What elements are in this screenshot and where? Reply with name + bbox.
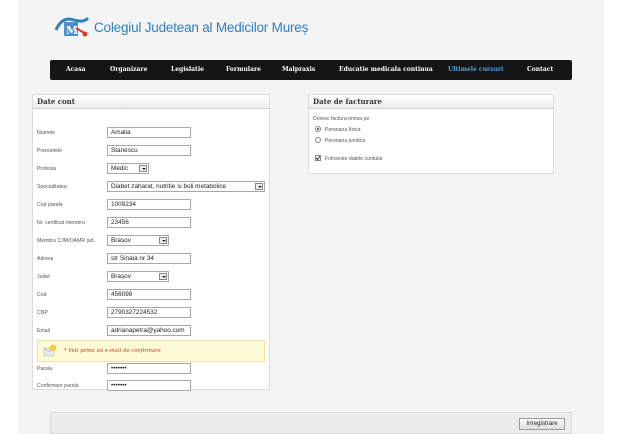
page: M Colegiul Judetean al Medicilor Mureș A… (18, 0, 604, 434)
chevron-down-icon (159, 273, 167, 280)
prenume-label: Prenumele (37, 148, 63, 154)
adresa-label: Adresa (37, 256, 54, 262)
medical-logo-icon: M (54, 14, 90, 40)
cod-input[interactable]: 456098 (107, 289, 191, 300)
confirmare-label: Confirmare parola (37, 383, 79, 389)
specialitatea-label: Specialitatea (37, 184, 67, 190)
judet-label: Judet (37, 274, 50, 280)
nume-label: Numele (37, 130, 55, 136)
chevron-down-icon (139, 165, 147, 172)
profesia-value: Medic (111, 165, 129, 172)
nav-contact[interactable]: Contact (527, 66, 553, 73)
nav-legislatie[interactable]: Legislatie (171, 66, 204, 73)
nav-formulare[interactable]: Formulare (226, 66, 261, 73)
cnp-label: CNP (37, 310, 48, 316)
judet-value: Brașov (111, 273, 131, 280)
persoana-juridica-label: Persoana juridica (325, 138, 366, 144)
account-heading: Date cont (33, 95, 269, 109)
radio-persoana-fizica[interactable] (315, 126, 321, 132)
membru-label: Membru CJM/OAMR jud. (37, 238, 95, 244)
account-panel: Date cont Numele Amalia Prenumele Stanes… (32, 94, 270, 391)
nume-input[interactable]: Amalia (107, 127, 191, 138)
form-footer: Inregistrare (50, 412, 572, 434)
specialitatea-select[interactable]: Diabet zaharat, nutritie si boli metabol… (107, 181, 265, 192)
chevron-down-icon (255, 183, 263, 190)
site-title: Colegiul Judetean al Medicilor Mureș (94, 19, 309, 35)
parola-input[interactable]: ••••••• (107, 363, 191, 374)
register-button[interactable]: Inregistrare (519, 418, 565, 430)
use-account-data-label: Foloseste datele contului (325, 156, 383, 162)
svg-text:!: ! (52, 346, 54, 352)
membru-value: Brașov (111, 237, 131, 244)
nav-organizare[interactable]: Organizare (110, 66, 147, 73)
notice-text: * Veti primi un e-mail de confirmare (64, 348, 161, 354)
nav-acasa[interactable]: Acasa (66, 66, 85, 73)
confirmation-notice: ! * Veti primi un e-mail de confirmare (37, 340, 265, 362)
profesia-select[interactable]: Medic (107, 163, 149, 174)
chevron-down-icon (159, 237, 167, 244)
persoana-fizica-label: Persoana fizica (325, 127, 361, 133)
mail-info-icon: ! (43, 344, 57, 357)
site-logo[interactable]: M Colegiul Judetean al Medicilor Mureș (54, 14, 308, 40)
billing-question: Doresc factura emisa pe (313, 116, 370, 122)
nav-malpraxis[interactable]: Malpraxis (282, 66, 315, 73)
email-label: Email (37, 328, 50, 334)
radio-persoana-juridica[interactable] (315, 137, 321, 143)
parola-label: Parola (37, 366, 52, 372)
profesia-label: Profesia (37, 166, 57, 172)
use-account-data-checkbox[interactable] (315, 155, 321, 161)
prenume-input[interactable]: Stanescu (107, 145, 191, 156)
specialitatea-value: Diabet zaharat, nutritie si boli metabol… (111, 183, 227, 190)
check-icon (315, 155, 321, 161)
membru-select[interactable]: Brașov (107, 235, 169, 246)
svg-text:M: M (66, 24, 78, 37)
nav-ultimele-cursuri[interactable]: Ultimele cursuri (448, 66, 503, 73)
adresa-input[interactable]: str Sinaia nr 34 (107, 253, 191, 264)
certificat-input[interactable]: 23456 (107, 217, 191, 228)
cod-parafa-label: Cod parafa (37, 202, 63, 208)
billing-panel: Date de facturare Doresc factura emisa p… (308, 94, 554, 174)
confirmare-input[interactable]: ••••••• (107, 380, 191, 391)
nav-educatie-medicala[interactable]: Educatie medicala continua (339, 66, 433, 73)
certificat-label: Nr. certificat membru (37, 220, 85, 226)
email-input[interactable]: adrianapetra@yahoo.com (107, 325, 191, 336)
billing-heading: Date de facturare (309, 95, 553, 109)
judet-select[interactable]: Brașov (107, 271, 169, 282)
main-nav: Acasa Organizare Legislatie Formulare Ma… (50, 60, 572, 80)
cnp-input[interactable]: 2790327224532 (107, 307, 191, 318)
cod-parafa-input[interactable]: 1009234 (107, 199, 191, 210)
cod-label: Cod (37, 292, 47, 298)
